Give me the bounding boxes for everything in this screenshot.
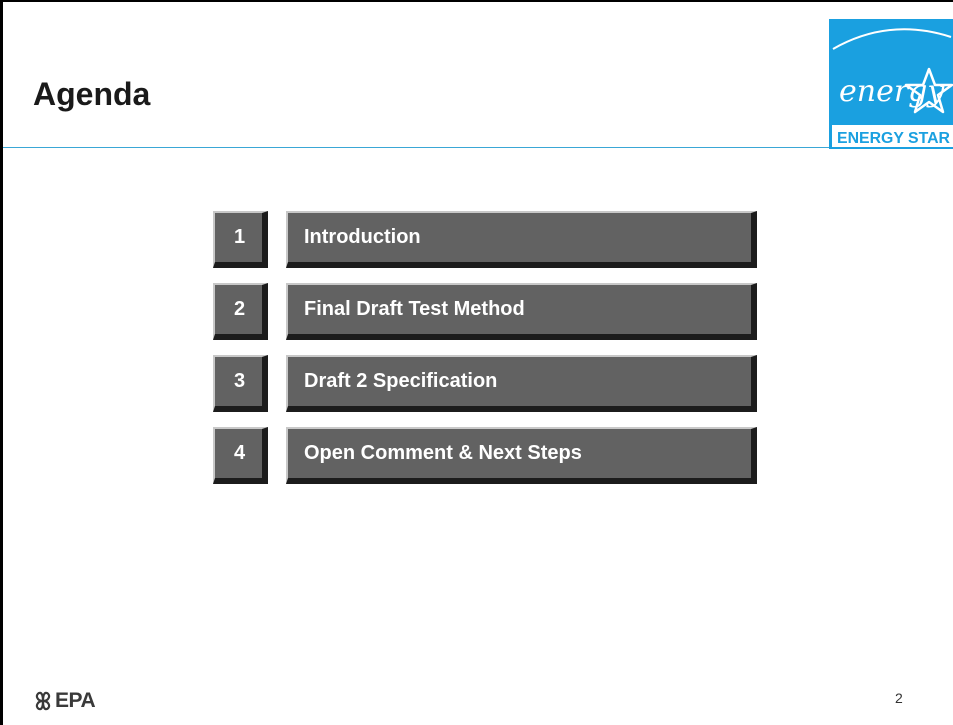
agenda-number-box: 2 (213, 283, 268, 340)
slide-title: Agenda (33, 76, 151, 112)
epa-logo: EPA (33, 686, 96, 716)
agenda-label: Introduction (304, 226, 421, 248)
agenda-label-box: Draft 2 Specification (286, 355, 757, 412)
logo-label: ENERGY STAR (837, 130, 950, 147)
energy-star-logo: energy ENERGY STAR (829, 19, 953, 149)
agenda-item: 3 Draft 2 Specification (213, 355, 757, 412)
slide: Agenda energy ENERGY STAR 1 Introduction… (0, 0, 953, 725)
agenda-number-box: 1 (213, 211, 268, 268)
agenda-label-box: Introduction (286, 211, 757, 268)
agenda-number-box: 3 (213, 355, 268, 412)
agenda-item: 4 Open Comment & Next Steps (213, 427, 757, 484)
agenda-label-box: Final Draft Test Method (286, 283, 757, 340)
agenda-number: 4 (233, 442, 246, 464)
title-divider (3, 147, 829, 148)
agenda-label: Final Draft Test Method (304, 298, 525, 320)
agenda-label: Draft 2 Specification (304, 370, 498, 392)
agenda-label: Open Comment & Next Steps (304, 442, 582, 464)
slide-border-left (0, 0, 3, 725)
agenda-item: 1 Introduction (213, 211, 757, 268)
agenda-item: 2 Final Draft Test Method (213, 283, 757, 340)
slide-border-top (0, 0, 953, 2)
agenda-number: 3 (233, 370, 246, 392)
page-number: 2 (895, 690, 903, 706)
agenda-number: 2 (233, 298, 246, 320)
epa-flower-icon (35, 691, 51, 711)
agenda-number: 1 (233, 226, 246, 248)
agenda-label-box: Open Comment & Next Steps (286, 427, 757, 484)
agenda-number-box: 4 (213, 427, 268, 484)
epa-label: EPA (55, 689, 96, 712)
